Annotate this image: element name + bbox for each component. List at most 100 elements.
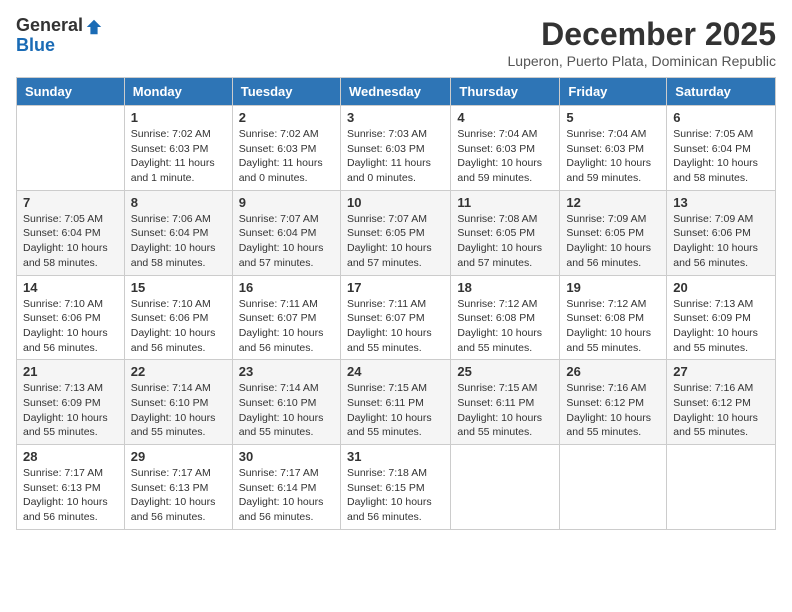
calendar-cell: 9 Sunrise: 7:07 AM Sunset: 6:04 PM Dayli… <box>232 190 340 275</box>
day-number: 8 <box>131 195 226 210</box>
calendar-cell: 7 Sunrise: 7:05 AM Sunset: 6:04 PM Dayli… <box>17 190 125 275</box>
sunrise-text: Sunrise: 7:10 AM <box>131 298 211 310</box>
calendar-cell: 5 Sunrise: 7:04 AM Sunset: 6:03 PM Dayli… <box>560 106 667 191</box>
weekday-header-tuesday: Tuesday <box>232 78 340 106</box>
daylight-text: Daylight: 10 hours and 56 minutes. <box>131 327 216 354</box>
day-info: Sunrise: 7:07 AM Sunset: 6:04 PM Dayligh… <box>239 212 334 271</box>
calendar-cell: 8 Sunrise: 7:06 AM Sunset: 6:04 PM Dayli… <box>124 190 232 275</box>
day-number: 12 <box>566 195 660 210</box>
calendar-cell <box>451 445 560 530</box>
sunrise-text: Sunrise: 7:02 AM <box>131 128 211 140</box>
calendar-cell: 13 Sunrise: 7:09 AM Sunset: 6:06 PM Dayl… <box>667 190 776 275</box>
daylight-text: Daylight: 10 hours and 55 minutes. <box>131 412 216 439</box>
logo: General Blue <box>16 16 103 56</box>
calendar-cell: 4 Sunrise: 7:04 AM Sunset: 6:03 PM Dayli… <box>451 106 560 191</box>
day-number: 2 <box>239 110 334 125</box>
daylight-text: Daylight: 10 hours and 55 minutes. <box>457 327 542 354</box>
calendar-cell: 30 Sunrise: 7:17 AM Sunset: 6:14 PM Dayl… <box>232 445 340 530</box>
calendar-cell: 29 Sunrise: 7:17 AM Sunset: 6:13 PM Dayl… <box>124 445 232 530</box>
day-info: Sunrise: 7:13 AM Sunset: 6:09 PM Dayligh… <box>23 381 118 440</box>
day-number: 14 <box>23 280 118 295</box>
sunrise-text: Sunrise: 7:05 AM <box>23 213 103 225</box>
daylight-text: Daylight: 10 hours and 55 minutes. <box>566 412 651 439</box>
calendar-cell: 10 Sunrise: 7:07 AM Sunset: 6:05 PM Dayl… <box>340 190 450 275</box>
daylight-text: Daylight: 10 hours and 55 minutes. <box>566 327 651 354</box>
day-info: Sunrise: 7:06 AM Sunset: 6:04 PM Dayligh… <box>131 212 226 271</box>
day-number: 26 <box>566 364 660 379</box>
sunset-text: Sunset: 6:10 PM <box>131 397 209 409</box>
daylight-text: Daylight: 10 hours and 56 minutes. <box>23 496 108 523</box>
daylight-text: Daylight: 10 hours and 57 minutes. <box>239 242 324 269</box>
logo-general-text: General <box>16 16 83 36</box>
daylight-text: Daylight: 10 hours and 56 minutes. <box>673 242 758 269</box>
day-number: 11 <box>457 195 553 210</box>
sunrise-text: Sunrise: 7:09 AM <box>673 213 753 225</box>
day-info: Sunrise: 7:13 AM Sunset: 6:09 PM Dayligh… <box>673 297 769 356</box>
sunset-text: Sunset: 6:04 PM <box>239 227 317 239</box>
sunrise-text: Sunrise: 7:10 AM <box>23 298 103 310</box>
calendar-week-row: 7 Sunrise: 7:05 AM Sunset: 6:04 PM Dayli… <box>17 190 776 275</box>
calendar-cell: 1 Sunrise: 7:02 AM Sunset: 6:03 PM Dayli… <box>124 106 232 191</box>
daylight-text: Daylight: 10 hours and 58 minutes. <box>131 242 216 269</box>
sunset-text: Sunset: 6:04 PM <box>23 227 101 239</box>
sunset-text: Sunset: 6:03 PM <box>457 143 535 155</box>
sunrise-text: Sunrise: 7:17 AM <box>23 467 103 479</box>
sunrise-text: Sunrise: 7:08 AM <box>457 213 537 225</box>
calendar-cell: 6 Sunrise: 7:05 AM Sunset: 6:04 PM Dayli… <box>667 106 776 191</box>
sunset-text: Sunset: 6:05 PM <box>566 227 644 239</box>
calendar-week-row: 14 Sunrise: 7:10 AM Sunset: 6:06 PM Dayl… <box>17 275 776 360</box>
day-number: 6 <box>673 110 769 125</box>
day-info: Sunrise: 7:04 AM Sunset: 6:03 PM Dayligh… <box>566 127 660 186</box>
sunrise-text: Sunrise: 7:09 AM <box>566 213 646 225</box>
sunset-text: Sunset: 6:03 PM <box>347 143 425 155</box>
daylight-text: Daylight: 10 hours and 58 minutes. <box>23 242 108 269</box>
sunrise-text: Sunrise: 7:04 AM <box>566 128 646 140</box>
calendar-cell <box>560 445 667 530</box>
day-number: 23 <box>239 364 334 379</box>
day-number: 18 <box>457 280 553 295</box>
calendar-week-row: 21 Sunrise: 7:13 AM Sunset: 6:09 PM Dayl… <box>17 360 776 445</box>
day-info: Sunrise: 7:12 AM Sunset: 6:08 PM Dayligh… <box>566 297 660 356</box>
weekday-header-thursday: Thursday <box>451 78 560 106</box>
day-number: 17 <box>347 280 444 295</box>
location-text: Luperon, Puerto Plata, Dominican Republi… <box>508 53 777 69</box>
sunset-text: Sunset: 6:08 PM <box>457 312 535 324</box>
day-info: Sunrise: 7:05 AM Sunset: 6:04 PM Dayligh… <box>23 212 118 271</box>
day-info: Sunrise: 7:09 AM Sunset: 6:06 PM Dayligh… <box>673 212 769 271</box>
calendar-cell: 28 Sunrise: 7:17 AM Sunset: 6:13 PM Dayl… <box>17 445 125 530</box>
daylight-text: Daylight: 10 hours and 59 minutes. <box>566 157 651 184</box>
sunrise-text: Sunrise: 7:03 AM <box>347 128 427 140</box>
sunset-text: Sunset: 6:05 PM <box>347 227 425 239</box>
day-number: 3 <box>347 110 444 125</box>
day-number: 28 <box>23 449 118 464</box>
calendar-table: SundayMondayTuesdayWednesdayThursdayFrid… <box>16 77 776 530</box>
day-number: 31 <box>347 449 444 464</box>
day-info: Sunrise: 7:08 AM Sunset: 6:05 PM Dayligh… <box>457 212 553 271</box>
daylight-text: Daylight: 10 hours and 56 minutes. <box>239 327 324 354</box>
sunrise-text: Sunrise: 7:11 AM <box>239 298 318 310</box>
daylight-text: Daylight: 10 hours and 55 minutes. <box>457 412 542 439</box>
daylight-text: Daylight: 10 hours and 57 minutes. <box>347 242 432 269</box>
day-number: 10 <box>347 195 444 210</box>
daylight-text: Daylight: 10 hours and 57 minutes. <box>457 242 542 269</box>
day-number: 30 <box>239 449 334 464</box>
day-number: 22 <box>131 364 226 379</box>
day-info: Sunrise: 7:15 AM Sunset: 6:11 PM Dayligh… <box>347 381 444 440</box>
calendar-cell: 3 Sunrise: 7:03 AM Sunset: 6:03 PM Dayli… <box>340 106 450 191</box>
weekday-header-wednesday: Wednesday <box>340 78 450 106</box>
day-info: Sunrise: 7:10 AM Sunset: 6:06 PM Dayligh… <box>131 297 226 356</box>
calendar-cell: 12 Sunrise: 7:09 AM Sunset: 6:05 PM Dayl… <box>560 190 667 275</box>
calendar-cell: 25 Sunrise: 7:15 AM Sunset: 6:11 PM Dayl… <box>451 360 560 445</box>
daylight-text: Daylight: 11 hours and 1 minute. <box>131 157 215 184</box>
sunrise-text: Sunrise: 7:13 AM <box>23 382 103 394</box>
title-block: December 2025 Luperon, Puerto Plata, Dom… <box>508 16 777 69</box>
weekday-header-monday: Monday <box>124 78 232 106</box>
sunset-text: Sunset: 6:15 PM <box>347 482 425 494</box>
day-info: Sunrise: 7:17 AM Sunset: 6:13 PM Dayligh… <box>23 466 118 525</box>
day-number: 27 <box>673 364 769 379</box>
day-info: Sunrise: 7:03 AM Sunset: 6:03 PM Dayligh… <box>347 127 444 186</box>
sunrise-text: Sunrise: 7:18 AM <box>347 467 427 479</box>
weekday-header-saturday: Saturday <box>667 78 776 106</box>
day-number: 15 <box>131 280 226 295</box>
daylight-text: Daylight: 10 hours and 55 minutes. <box>239 412 324 439</box>
